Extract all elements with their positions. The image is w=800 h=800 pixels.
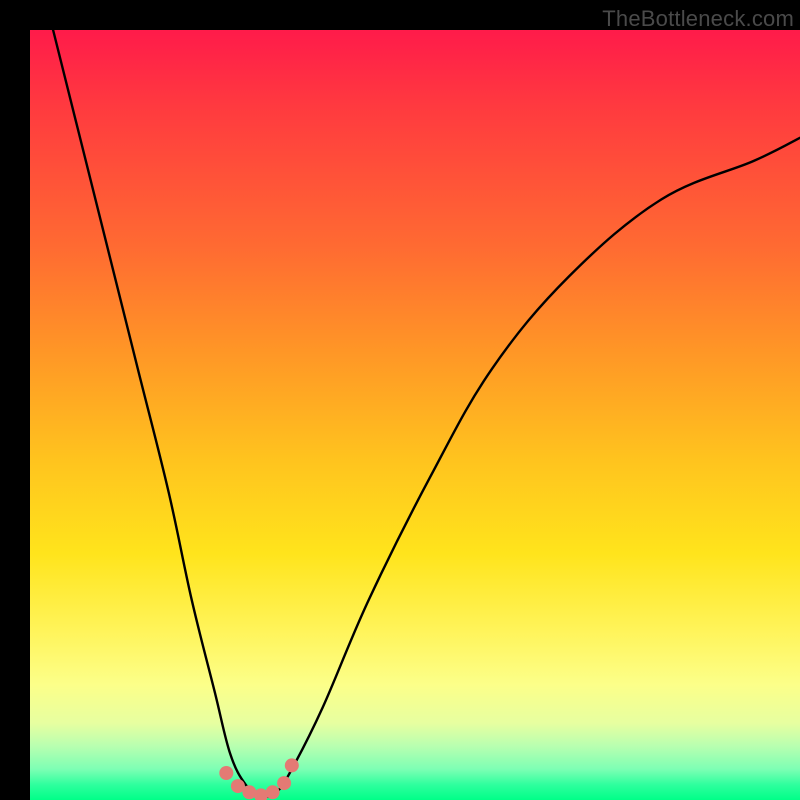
valley-point	[285, 758, 299, 772]
chart-svg	[30, 30, 800, 800]
watermark-text: TheBottleneck.com	[602, 6, 794, 32]
bottleneck-curve	[53, 30, 800, 797]
chart-frame: TheBottleneck.com	[0, 0, 800, 800]
valley-point	[219, 766, 233, 780]
valley-point	[277, 776, 291, 790]
valley-point	[266, 785, 280, 799]
chart-plot-area	[30, 30, 800, 800]
valley-markers	[219, 758, 298, 800]
